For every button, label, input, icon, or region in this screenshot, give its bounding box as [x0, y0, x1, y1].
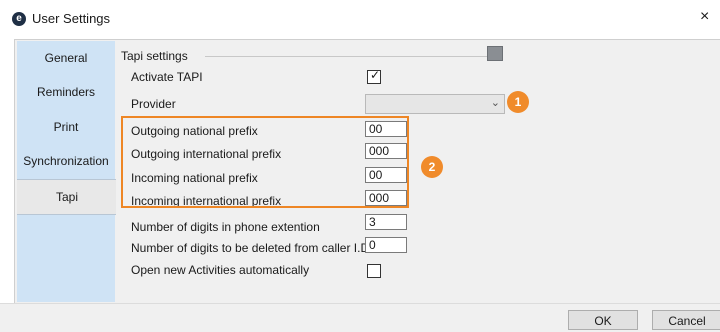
sidebar-item-synchronization[interactable]: Synchronization — [17, 144, 115, 178]
checkmark-icon: ✓ — [370, 68, 381, 82]
sidebar: General Reminders Print Synchronization … — [17, 41, 117, 302]
open-new-activities-label: Open new Activities automatically — [131, 263, 310, 277]
digits-deleted-label: Number of digits to be deleted from call… — [131, 241, 373, 255]
annotation-badge-1: 1 — [507, 91, 529, 113]
title-bar: e User Settings × — [0, 0, 720, 38]
provider-label: Provider — [131, 97, 176, 111]
chevron-down-icon[interactable]: ⌄ — [491, 96, 500, 109]
digits-extension-label: Number of digits in phone extention — [131, 220, 320, 234]
activate-tapi-checkbox[interactable]: ✓ — [367, 68, 381, 84]
group-title: Tapi settings — [121, 49, 188, 63]
digits-extension-input[interactable]: 3 — [365, 214, 407, 230]
highlight-box-prefixes — [121, 116, 409, 208]
window-title: User Settings — [32, 11, 111, 26]
activate-tapi-label: Activate TAPI — [131, 70, 203, 84]
close-icon[interactable]: × — [700, 8, 709, 26]
sidebar-item-general[interactable]: General — [17, 41, 115, 75]
group-divider — [205, 56, 487, 57]
app-logo-icon: e — [12, 12, 26, 26]
open-new-activities-checkbox[interactable] — [367, 264, 381, 278]
ok-button[interactable]: OK — [568, 310, 638, 330]
sidebar-item-reminders[interactable]: Reminders — [17, 75, 115, 109]
digits-deleted-input[interactable]: 0 — [365, 237, 407, 253]
provider-select[interactable]: ⌄ — [365, 94, 505, 114]
screen-icon — [487, 46, 503, 61]
sidebar-item-tapi[interactable]: Tapi — [17, 179, 117, 215]
cancel-button[interactable]: Cancel — [652, 310, 720, 330]
annotation-badge-2: 2 — [421, 156, 443, 178]
sidebar-item-print[interactable]: Print — [17, 110, 115, 144]
